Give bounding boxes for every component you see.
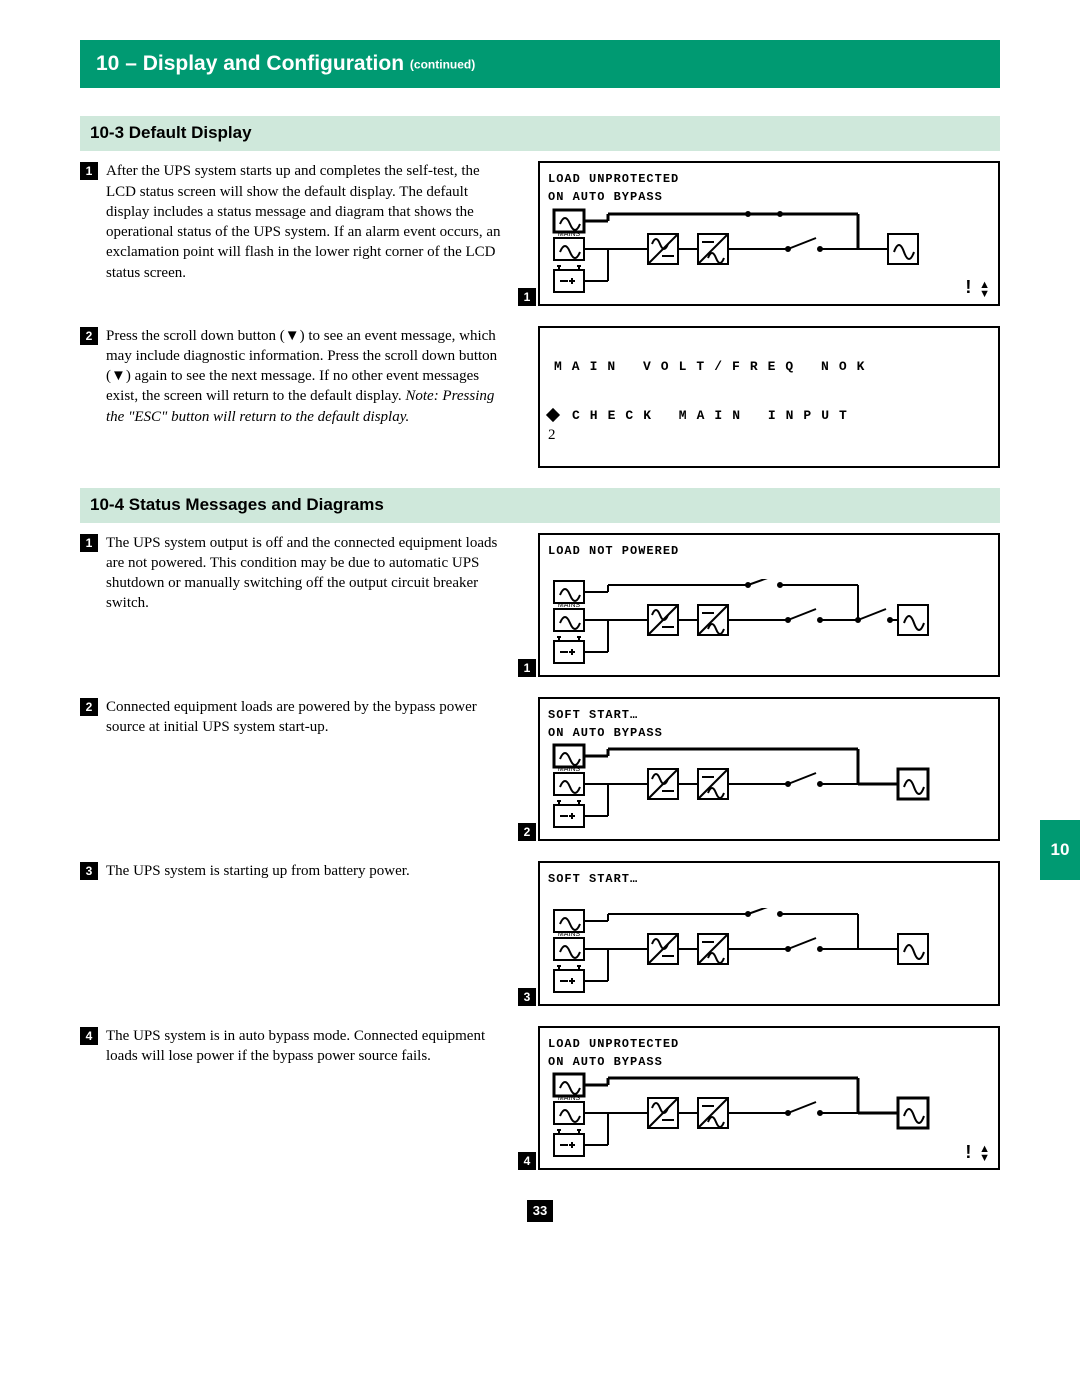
msg-line2-wrap: CHECK MAIN INPUT (548, 405, 990, 425)
panel-line2: ON AUTO BYPASS (548, 1054, 990, 1070)
item-right: SOFT START… ON AUTO BYPASS BYPA. MAINS (530, 697, 1000, 841)
lcd-panel: LOAD NOT POWERED BYPA. MAINS (538, 533, 1000, 677)
panel-line2: ON AUTO BYPASS (548, 725, 990, 741)
item-number-badge: 2 (80, 698, 98, 716)
item-text: The UPS system is in auto bypass mode. C… (106, 1026, 510, 1067)
item-right: LOAD NOT POWERED BYPA. MAINS (530, 533, 1000, 677)
ups-diagram-4: BYPA. MAINS (548, 908, 938, 998)
svg-text:BYPA.: BYPA. (559, 1072, 579, 1074)
panel-line2: ON AUTO BYPASS (548, 189, 990, 205)
item-text: The UPS system output is off and the con… (106, 533, 510, 614)
lcd-panel: LOAD UNPROTECTED ON AUTO BYPASS BYPA. MA… (538, 1026, 1000, 1170)
section-heading-10-4: 10-4 Status Messages and Diagrams (80, 488, 1000, 523)
exclamation-icon: ! (965, 277, 971, 297)
item-text: After the UPS system starts up and compl… (106, 161, 510, 283)
scroll-arrows-icon: ▲▼ (979, 281, 990, 299)
down-triangle-icon: ▼ (285, 328, 300, 344)
item-number-badge: 1 (80, 534, 98, 552)
item-text: The UPS system is starting up from batte… (106, 861, 510, 881)
item-text: Connected equipment loads are powered by… (106, 697, 510, 738)
panel-tag: 2 (548, 427, 556, 443)
svg-text:MAINS: MAINS (558, 766, 581, 773)
panel-line1: LOAD UNPROTECTED (548, 1036, 990, 1052)
item-left: 3 The UPS system is starting up from bat… (80, 861, 510, 881)
svg-text:MAINS: MAINS (558, 231, 581, 238)
item-row: 4 The UPS system is in auto bypass mode.… (80, 1026, 1000, 1170)
side-tab: 10 (1040, 820, 1080, 880)
panel-line1: LOAD NOT POWERED (548, 543, 990, 559)
item-left: 1 After the UPS system starts up and com… (80, 161, 510, 283)
item-number-badge: 2 (80, 327, 98, 345)
panel-tag: 4 (518, 1152, 536, 1170)
chapter-continued: (continued) (410, 57, 475, 71)
scroll-arrows-icon: ▲▼ (979, 1145, 990, 1163)
msg-line2: CHECK MAIN INPUT (572, 408, 857, 423)
panel-tag: 3 (518, 988, 536, 1006)
ups-diagram-5: BYPA. MAINS (548, 1072, 938, 1162)
item-left: 2 Press the scroll down button (▼) to se… (80, 326, 510, 427)
item-left: 4 The UPS system is in auto bypass mode.… (80, 1026, 510, 1067)
panel-line2 (548, 890, 990, 906)
lcd-message-panel: MAIN VOLT/FREQ NOK CHECK MAIN INPUT 2 (538, 326, 1000, 468)
chapter-title: 10 – Display and Configuration (96, 52, 404, 75)
panel-alarm: ! ▲▼ (965, 1140, 990, 1164)
item-number-badge: 3 (80, 862, 98, 880)
item-row: 2 Connected equipment loads are powered … (80, 697, 1000, 841)
svg-text:MAINS: MAINS (558, 931, 581, 938)
ups-diagram-3: BYPA. MAINS (548, 743, 938, 833)
text-part: Press the scroll down button ( (106, 328, 285, 344)
panel-tag: 1 (518, 659, 536, 677)
panel-line2 (548, 561, 990, 577)
panel-tag: 2 (518, 823, 536, 841)
item-row: 1 The UPS system output is off and the c… (80, 533, 1000, 677)
page-number: 33 (527, 1200, 553, 1222)
svg-text:MAINS: MAINS (558, 1095, 581, 1102)
ups-diagram-1: BYPA. MAINS (548, 208, 938, 298)
chapter-heading: 10 – Display and Configuration (continue… (80, 40, 1000, 88)
item-left: 2 Connected equipment loads are powered … (80, 697, 510, 738)
msg-line1: MAIN VOLT/FREQ NOK (554, 358, 990, 376)
item-row: 1 After the UPS system starts up and com… (80, 161, 1000, 305)
item-row: 3 The UPS system is starting up from bat… (80, 861, 1000, 1005)
item-right: MAIN VOLT/FREQ NOK CHECK MAIN INPUT 2 (530, 326, 1000, 468)
svg-text:BYPA.: BYPA. (559, 579, 579, 581)
panel-line1: SOFT START… (548, 707, 990, 723)
svg-text:BYPA.: BYPA. (559, 743, 579, 745)
panel-tag: 1 (518, 288, 536, 306)
lcd-panel: SOFT START… ON AUTO BYPASS BYPA. MAINS (538, 697, 1000, 841)
item-text: Press the scroll down button (▼) to see … (106, 326, 510, 427)
diamond-icon (546, 408, 560, 422)
item-right: LOAD UNPROTECTED ON AUTO BYPASS BYPA. MA… (530, 1026, 1000, 1170)
lcd-panel: LOAD UNPROTECTED ON AUTO BYPASS BYPA. MA… (538, 161, 1000, 305)
panel-line1: LOAD UNPROTECTED (548, 171, 990, 187)
section-heading-10-3: 10-3 Default Display (80, 116, 1000, 151)
exclamation-icon: ! (965, 1142, 971, 1162)
item-left: 1 The UPS system output is off and the c… (80, 533, 510, 614)
item-row: 2 Press the scroll down button (▼) to se… (80, 326, 1000, 468)
page: 10 – Display and Configuration (continue… (0, 0, 1080, 1272)
ups-diagram-2: BYPA. MAINS (548, 579, 938, 669)
lcd-panel: SOFT START… BYPA. MAINS (538, 861, 1000, 1005)
svg-text:BYPA.: BYPA. (559, 208, 579, 210)
panel-line1: SOFT START… (548, 871, 990, 887)
item-right: LOAD UNPROTECTED ON AUTO BYPASS BYPA. MA… (530, 161, 1000, 305)
down-triangle-icon: ▼ (111, 368, 126, 384)
panel-alarm: ! ▲▼ (965, 275, 990, 299)
item-number-badge: 4 (80, 1027, 98, 1045)
item-right: SOFT START… BYPA. MAINS (530, 861, 1000, 1005)
item-number-badge: 1 (80, 162, 98, 180)
svg-text:BYPA.: BYPA. (559, 908, 579, 910)
svg-text:MAINS: MAINS (558, 602, 581, 609)
